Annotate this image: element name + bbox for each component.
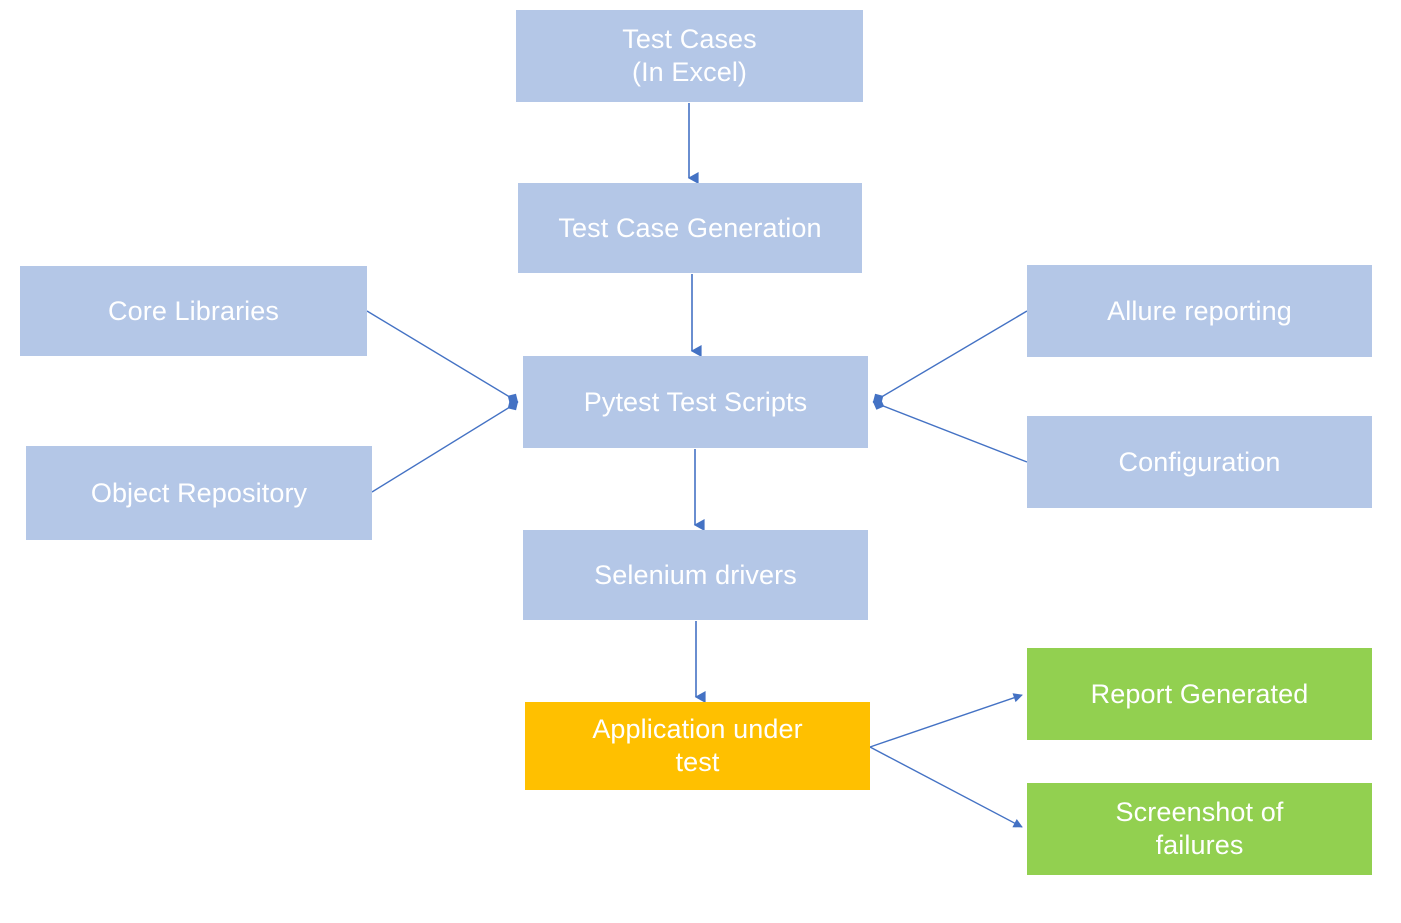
node-allure-reporting[interactable]: Allure reporting (1027, 265, 1372, 357)
diagram-canvas: Test Cases (In Excel) Test Case Generati… (0, 0, 1401, 923)
connector-core-libraries-to-pytest-scripts (366, 310, 519, 405)
node-core-libraries[interactable]: Core Libraries (20, 266, 367, 356)
node-application-under-test[interactable]: Application under test (525, 702, 870, 790)
node-selenium-drivers[interactable]: Selenium drivers (523, 530, 868, 620)
connector-allure-reporting-to-pytest-scripts (872, 310, 1028, 405)
node-object-repository[interactable]: Object Repository (26, 446, 372, 540)
node-test-case-generation[interactable]: Test Case Generation (518, 183, 862, 273)
node-configuration[interactable]: Configuration (1027, 416, 1372, 508)
connector-object-repository-to-pytest-scripts (371, 400, 519, 493)
node-report-generated[interactable]: Report Generated (1027, 648, 1372, 740)
connector-app-under-test-to-screenshot-failures (869, 746, 1023, 828)
connector-app-under-test-to-report-generated (869, 693, 1023, 748)
node-pytest-test-scripts[interactable]: Pytest Test Scripts (523, 356, 868, 448)
node-screenshot-of-failures[interactable]: Screenshot of failures (1027, 783, 1372, 875)
node-test-cases[interactable]: Test Cases (In Excel) (516, 10, 863, 102)
connector-configuration-to-pytest-scripts (872, 398, 1028, 463)
